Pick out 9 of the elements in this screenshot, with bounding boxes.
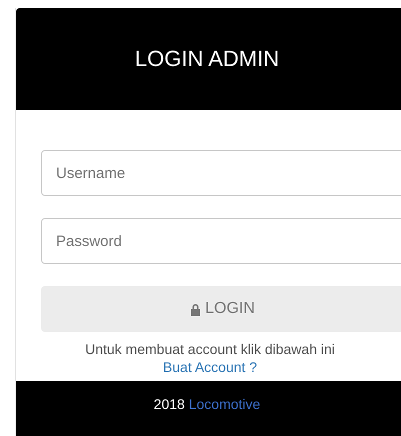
register-link[interactable]: Buat Account ? xyxy=(162,359,258,375)
login-title: LOGIN ADMIN xyxy=(134,46,280,72)
login-button[interactable]: LOGIN xyxy=(41,286,401,332)
register-hint: Untuk membuat account klik dibawah ini xyxy=(85,341,335,357)
lock-icon xyxy=(190,302,202,316)
input-field[interactable]: Username xyxy=(41,150,401,196)
brand-link[interactable]: Locomotive xyxy=(188,396,260,412)
copyright-text: 2018 Locomotive xyxy=(154,396,260,414)
input-field[interactable]: Password xyxy=(41,218,401,264)
